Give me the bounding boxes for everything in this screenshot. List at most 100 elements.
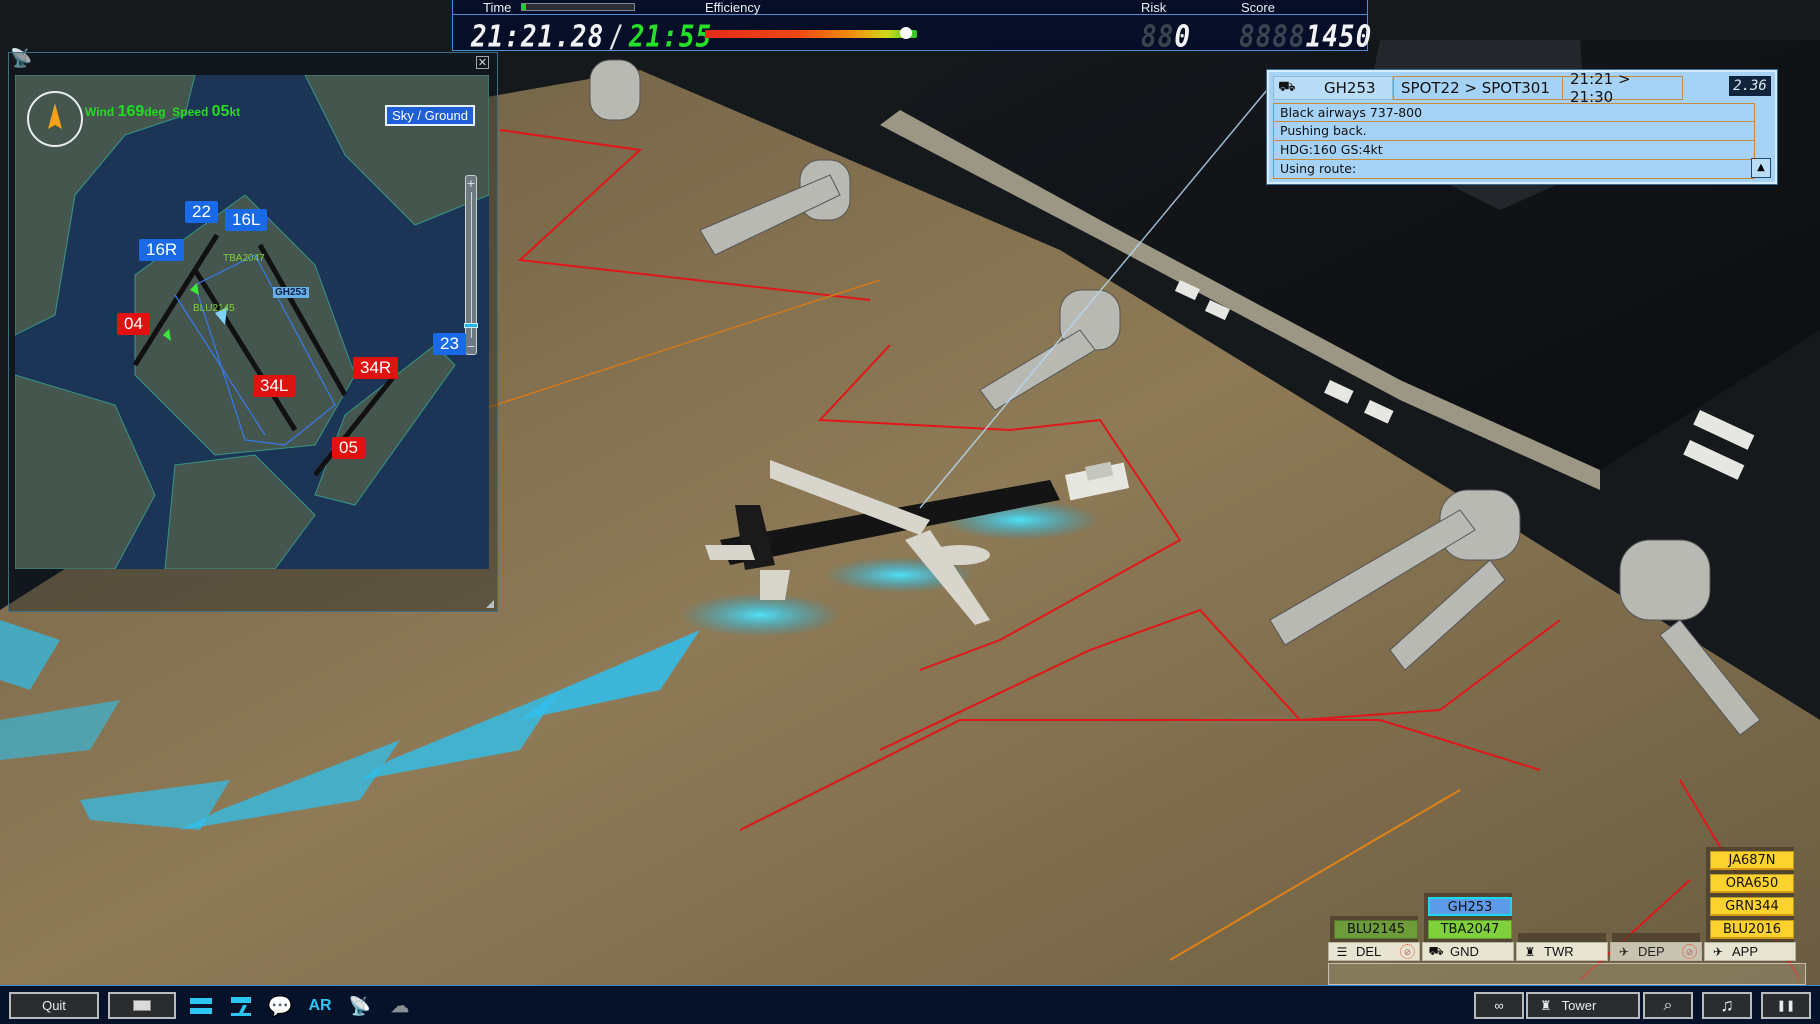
- aircraft-tag-blu2145[interactable]: BLU2145: [193, 303, 235, 314]
- wind-label: Wind: [85, 105, 115, 119]
- gnd-position-icon: ⛟: [1428, 943, 1444, 958]
- radar-antenna-icon[interactable]: 📡: [346, 994, 374, 1018]
- position-tab-twr[interactable]: ♜ TWR: [1516, 942, 1608, 961]
- flight-strip-ora650[interactable]: ORA650: [1710, 874, 1794, 893]
- runway-label-34r[interactable]: 34R: [353, 357, 399, 379]
- game-clock: 21:21.28/21:55: [471, 20, 712, 55]
- music-button[interactable]: ♫: [1702, 992, 1752, 1019]
- strip-bay-gnd: GH253 TBA2047: [1424, 893, 1512, 943]
- risk-ghost-digits: 88: [1141, 20, 1175, 55]
- status-hud: Time Efficiency Risk Score 21:21.28/21:5…: [452, 0, 1371, 55]
- time-progress-fill: [522, 4, 527, 10]
- position-tab-label: DEP: [1638, 944, 1665, 959]
- time-progress-bar: [521, 3, 635, 11]
- hud-label-row: Time Efficiency Risk Score: [453, 0, 1367, 15]
- flight-strip-blu2016[interactable]: BLU2016: [1710, 920, 1794, 939]
- close-icon[interactable]: ✕: [476, 56, 489, 69]
- runway-label-22[interactable]: 22: [185, 201, 218, 223]
- flight-strip-blu2145[interactable]: BLU2145: [1334, 920, 1418, 939]
- quit-button[interactable]: Quit: [9, 992, 99, 1019]
- pause-button[interactable]: ❚❚: [1761, 992, 1811, 1019]
- weather-cloud-icon[interactable]: ☁: [386, 994, 414, 1018]
- score-counter: 88881450: [1239, 20, 1372, 55]
- search-icon: ⌕: [1663, 996, 1673, 1014]
- resize-handle-icon[interactable]: [486, 600, 494, 608]
- flight-callsign-text: GH253: [1324, 79, 1376, 97]
- collapse-panel-button[interactable]: ▲: [1751, 158, 1771, 178]
- position-tab-label: DEL: [1356, 944, 1382, 959]
- minimap-zoom-slider[interactable]: + −: [464, 175, 478, 355]
- aircraft-tag-gh253[interactable]: GH253: [273, 287, 309, 298]
- flight-strip-gh253[interactable]: GH253: [1428, 897, 1512, 916]
- game-viewport: Time Efficiency Risk Score 21:21.28/21:5…: [0, 0, 1820, 1024]
- aircraft-tag-tba2047[interactable]: TBA2047: [223, 253, 265, 264]
- runway-label-05[interactable]: 05: [332, 437, 365, 459]
- keyboard-button[interactable]: [108, 992, 176, 1019]
- search-button[interactable]: ⌕: [1643, 992, 1693, 1019]
- runway-label-23[interactable]: 23: [433, 333, 466, 355]
- runway-info-icon[interactable]: [228, 994, 254, 1018]
- command-input[interactable]: [1328, 963, 1806, 985]
- bottom-toolbar: Quit 💬 AR 📡 ☁ ∞ ♜ Tower ⌕ ♫ ❚❚: [0, 985, 1820, 1024]
- flight-info-header: ⛟ GH253 SPOT22 > SPOT301 21:21 > 21:30: [1273, 70, 1683, 106]
- wind-speed-unit: kt: [229, 105, 241, 119]
- music-icon: ♫: [1720, 995, 1734, 1015]
- flight-strip-grn344[interactable]: GRN344: [1710, 897, 1794, 916]
- score-value: 1450: [1305, 20, 1373, 55]
- flight-strip-bay: BLU2145 ☰ DEL ⊘ GH253 TBA2047 ⛟ GND ♜ TWR ✈ DEP ⊘ JA6…: [1328, 825, 1818, 985]
- tower-view-button[interactable]: ♜ Tower: [1526, 992, 1640, 1019]
- flight-times: 21:21 > 21:30: [1563, 70, 1683, 106]
- ground-vehicle-icon: ⛟: [1278, 79, 1296, 95]
- position-tab-dep[interactable]: ✈ DEP ⊘: [1610, 942, 1702, 961]
- flight-info-panel[interactable]: ⛟ GH253 SPOT22 > SPOT301 21:21 > 21:30 2…: [1267, 70, 1777, 184]
- del-position-icon: ☰: [1336, 944, 1348, 959]
- score-ghost-digits: 8888: [1239, 20, 1306, 55]
- dep-position-icon: ✈: [1618, 944, 1630, 959]
- zoom-out-icon[interactable]: −: [466, 341, 476, 352]
- twr-position-icon: ♜: [1524, 944, 1536, 959]
- runway-label-16l[interactable]: 16L: [225, 209, 268, 231]
- ar-toggle-button[interactable]: AR: [306, 994, 334, 1018]
- compass-north-arrow-icon: [48, 103, 62, 129]
- minimap-view[interactable]: Wind 169deg Speed 05kt Sky / Ground + − …: [15, 75, 489, 569]
- minimap-terrain: [15, 75, 489, 569]
- runway-label-34l[interactable]: 34L: [253, 375, 296, 397]
- strip-bay-del: BLU2145: [1330, 916, 1418, 943]
- efficiency-label: Efficiency: [705, 0, 761, 15]
- position-tab-app[interactable]: ✈ APP: [1704, 942, 1796, 961]
- binoculars-button[interactable]: ∞: [1474, 992, 1524, 1019]
- flight-timer: 2.36: [1729, 76, 1771, 96]
- risk-counter: 880: [1141, 20, 1191, 55]
- compass-icon: [27, 91, 83, 147]
- risk-value: 0: [1174, 20, 1191, 55]
- minimap-panel: ✕ Wind 169deg Speed 05kt Sky / Ground + …: [8, 52, 498, 612]
- strip-list-icon[interactable]: [188, 994, 214, 1018]
- zoom-slider-thumb[interactable]: [464, 323, 478, 329]
- clock-limit: 21:55: [628, 20, 713, 55]
- sky-ground-toggle-button[interactable]: Sky / Ground: [385, 105, 475, 126]
- runway-label-04[interactable]: 04: [117, 313, 150, 335]
- wind-speed: 05: [211, 103, 230, 120]
- zoom-in-icon[interactable]: +: [466, 178, 476, 189]
- muted-icon[interactable]: ⊘: [1400, 944, 1415, 959]
- flight-route-in-use: Using route:: [1273, 160, 1755, 179]
- flight-strip-tba2047[interactable]: TBA2047: [1428, 920, 1512, 939]
- muted-icon[interactable]: ⊘: [1682, 944, 1697, 959]
- runway-label-16r[interactable]: 16R: [139, 239, 185, 261]
- keyboard-icon: [133, 1000, 151, 1011]
- flight-status: Pushing back.: [1273, 122, 1755, 141]
- wind-direction-unit: deg: [144, 105, 166, 119]
- chat-icon[interactable]: 💬: [266, 994, 294, 1018]
- wind-speed-label: Speed: [172, 105, 209, 119]
- flight-heading-speed: HDG:160 GS:4kt: [1273, 141, 1755, 160]
- time-label: Time: [483, 0, 512, 15]
- position-tab-del[interactable]: ☰ DEL ⊘: [1328, 942, 1420, 961]
- flight-strip-ja687n[interactable]: JA687N: [1710, 851, 1794, 870]
- flight-callsign[interactable]: ⛟ GH253: [1273, 76, 1393, 100]
- pause-icon: ❚❚: [1776, 1000, 1796, 1012]
- position-tab-gnd[interactable]: ⛟ GND: [1422, 942, 1514, 961]
- flight-route: SPOT22 > SPOT301: [1393, 76, 1563, 100]
- zoom-track: [471, 192, 472, 338]
- clock-separator: /: [608, 20, 625, 55]
- flight-aircraft-type: Black airways 737-800: [1273, 103, 1755, 122]
